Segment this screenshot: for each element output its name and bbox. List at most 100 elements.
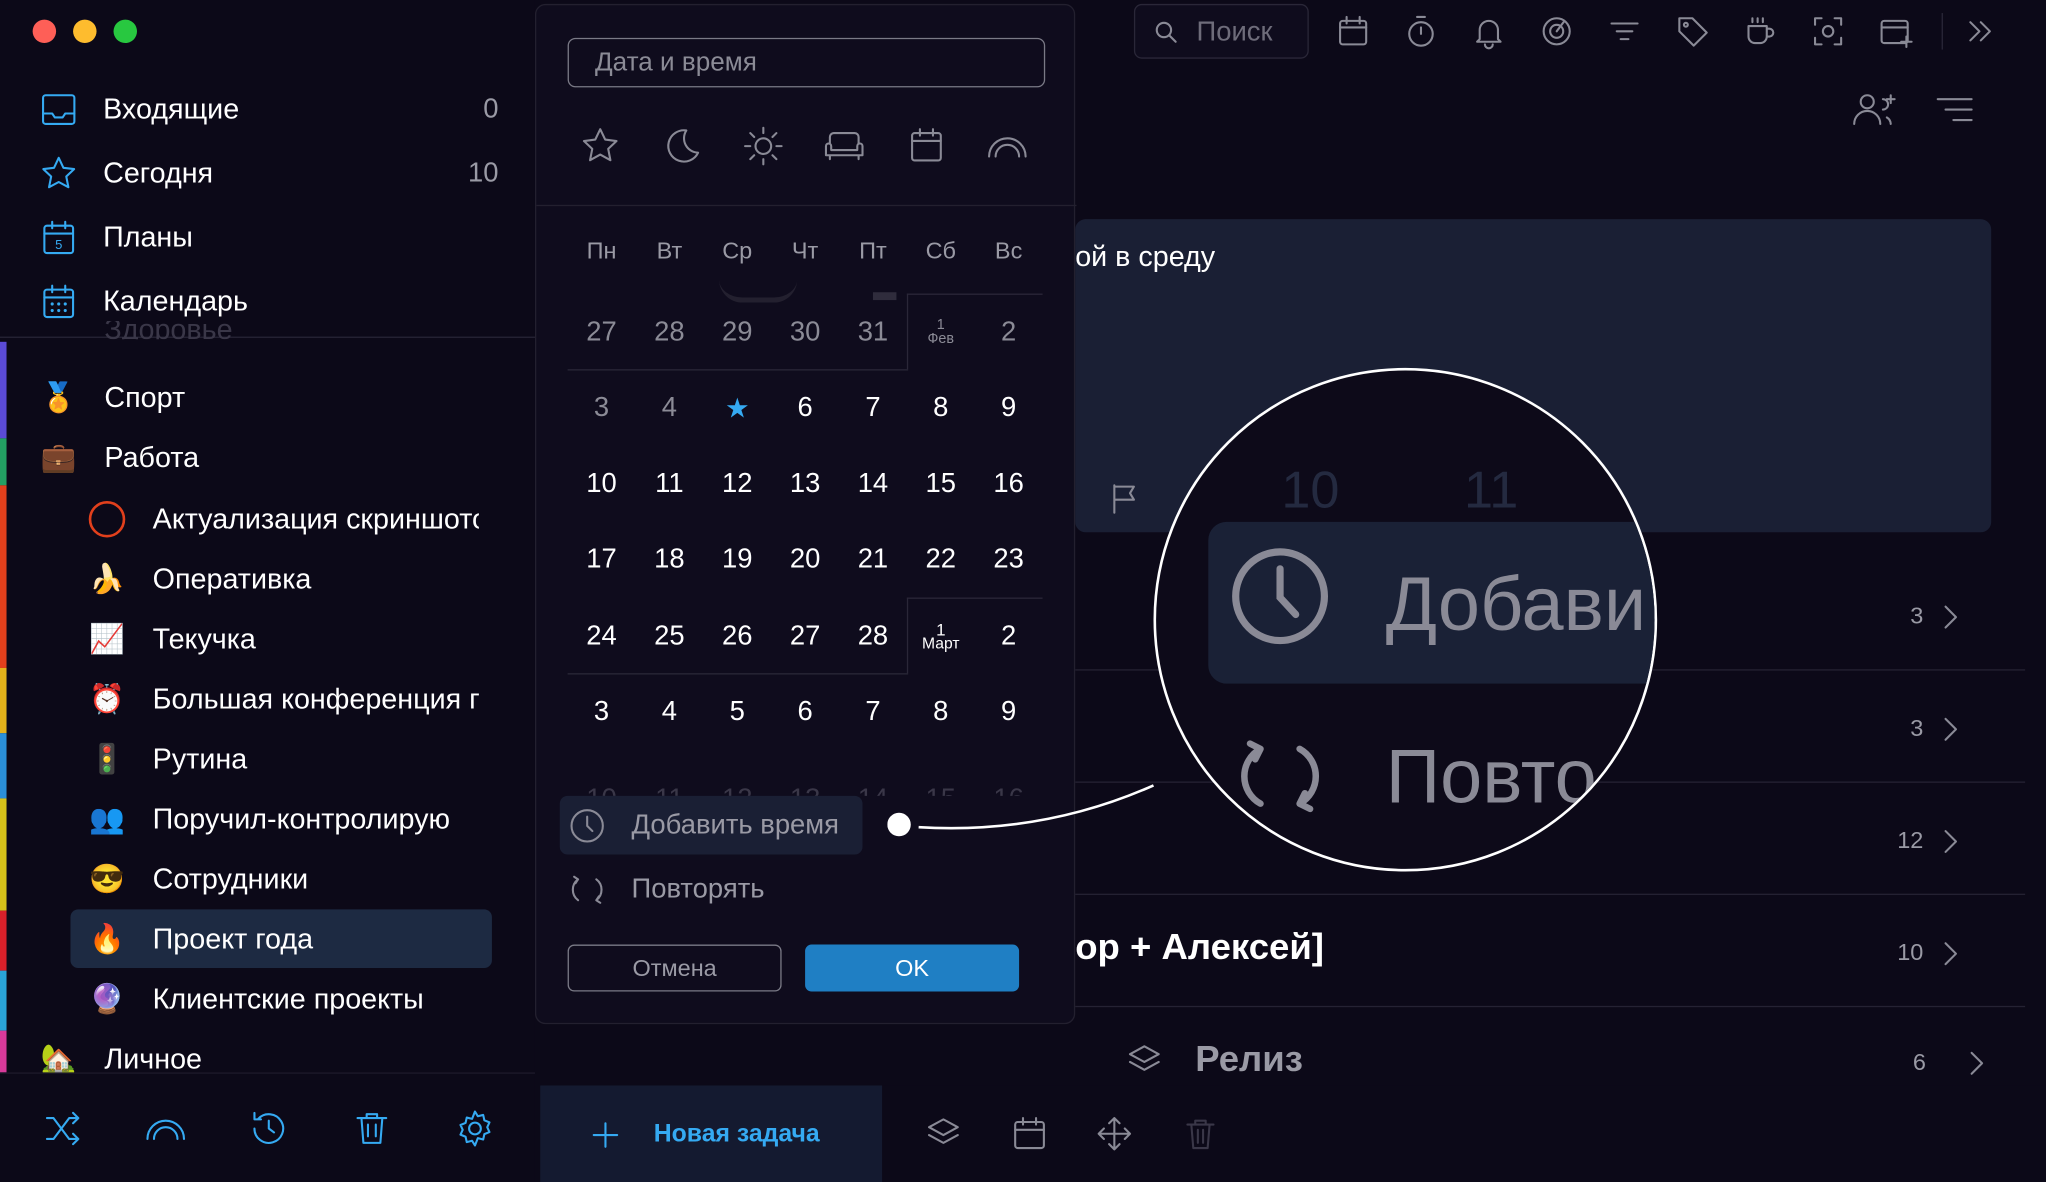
cancel-button[interactable]: Отмена xyxy=(567,944,782,992)
project-item[interactable]: 🍌 Оперативка xyxy=(87,553,478,605)
calendar-day-month-start[interactable]: 1 Фев xyxy=(907,295,975,371)
toolbar-focus-button[interactable] xyxy=(1536,10,1578,52)
project-item[interactable]: 👥 Поручил-контролирую xyxy=(87,793,478,845)
calendar-day[interactable]: 18 xyxy=(635,522,703,598)
project-item[interactable]: 📈 Текучка xyxy=(87,613,478,665)
calendar-icon[interactable] xyxy=(1010,1114,1049,1153)
people-icon: 👥 xyxy=(89,802,125,835)
calendar-day[interactable]: 19 xyxy=(703,522,771,598)
calendar-day[interactable]: 22 xyxy=(907,522,975,598)
trash-icon[interactable] xyxy=(1181,1114,1220,1153)
calendar-day-month-start[interactable]: 1 Март xyxy=(907,599,975,675)
toolbar-tag-button[interactable] xyxy=(1672,10,1714,52)
quick-date-today-button[interactable] xyxy=(574,120,626,172)
sort-filter-icon[interactable] xyxy=(1934,91,1976,128)
calendar-day[interactable]: 9 xyxy=(975,674,1043,750)
calendar-day[interactable]: 28 xyxy=(839,599,907,675)
maximize-window-button[interactable] xyxy=(113,19,138,44)
calendar-day[interactable]: 2 xyxy=(975,599,1043,675)
sidebar-item-inbox[interactable]: Входящие 0 xyxy=(34,82,504,137)
quick-date-evening-button[interactable] xyxy=(655,120,707,172)
calendar-day[interactable]: 12 xyxy=(703,446,771,522)
calendar-day[interactable]: 8 xyxy=(907,674,975,750)
calendar-day[interactable]: 3 xyxy=(568,371,636,447)
filter-icon xyxy=(1610,22,1639,41)
list-row-release[interactable]: Релиз 6 xyxy=(540,1025,2046,1085)
calendar-day[interactable]: 10 xyxy=(568,446,636,522)
calendar-day[interactable]: 7 xyxy=(839,371,907,447)
calendar-day[interactable]: 24 xyxy=(568,599,636,675)
toolbar-timer-button[interactable] xyxy=(1400,10,1442,52)
repeat-button[interactable]: Повторять xyxy=(560,860,863,919)
task-title: ой в среду xyxy=(1075,240,1216,273)
calendar-day[interactable]: 5 xyxy=(703,674,771,750)
quick-date-tomorrow-button[interactable] xyxy=(737,120,789,172)
toolbar-new-window-button[interactable] xyxy=(1875,10,1917,52)
close-window-button[interactable] xyxy=(32,19,57,44)
toolbar-cup-button[interactable] xyxy=(1739,10,1781,52)
calendar-day[interactable]: 6 xyxy=(771,674,839,750)
minimize-window-button[interactable] xyxy=(73,19,97,44)
shuffle-icon[interactable] xyxy=(42,1108,84,1150)
quick-date-pick-button[interactable] xyxy=(900,120,952,172)
add-time-button[interactable]: Добавить время xyxy=(559,795,863,855)
project-item-selected[interactable]: 🔥 Проект года xyxy=(87,913,478,965)
calendar-day[interactable]: 9 xyxy=(975,371,1043,447)
project-item[interactable]: 😎 Сотрудники xyxy=(87,853,478,905)
calendar-day[interactable]: 31 xyxy=(839,295,907,371)
toolbar-filter-button[interactable] xyxy=(1604,10,1646,52)
settings-gear-icon[interactable] xyxy=(454,1108,496,1150)
flag-icon[interactable] xyxy=(1107,480,1144,517)
sidebar-item-plans[interactable]: 5 Планы xyxy=(34,210,504,265)
briefcase-icon: 💼 xyxy=(40,440,77,474)
calendar-day-today-star-icon[interactable]: ★ xyxy=(703,371,771,447)
project-item[interactable]: 🔮 Клиентские проекты xyxy=(87,973,478,1025)
project-item[interactable]: ⏰ Большая конференция по xyxy=(87,673,479,725)
rainbow-icon[interactable] xyxy=(144,1108,188,1150)
toolbar-expand-button[interactable] xyxy=(1960,10,2002,52)
calendar-day[interactable]: 4 xyxy=(635,674,703,750)
calendar-day[interactable]: 29 xyxy=(703,295,771,371)
trash-icon[interactable] xyxy=(351,1108,393,1150)
add-people-icon[interactable] xyxy=(1850,89,1897,131)
calendar-day[interactable]: 20 xyxy=(771,522,839,598)
calendar-day[interactable]: 15 xyxy=(907,446,975,522)
calendar-day[interactable]: 3 xyxy=(568,674,636,750)
date-time-input[interactable] xyxy=(567,37,1046,88)
project-item[interactable]: Актуализация скриншотов xyxy=(87,493,479,545)
calendar-day[interactable]: 4 xyxy=(635,371,703,447)
move-icon[interactable] xyxy=(1095,1114,1134,1153)
history-icon[interactable] xyxy=(248,1108,290,1150)
ok-button[interactable]: OK xyxy=(805,944,1020,992)
calendar-day[interactable]: 21 xyxy=(839,522,907,598)
calendar-day[interactable]: 26 xyxy=(703,599,771,675)
calendar-day[interactable]: 17 xyxy=(568,522,636,598)
layers-icon[interactable] xyxy=(924,1114,963,1153)
calendar-day[interactable]: 30 xyxy=(771,295,839,371)
calendar-day[interactable]: 27 xyxy=(568,295,636,371)
toolbar-screenshot-button[interactable] xyxy=(1807,10,1849,52)
search-field[interactable]: Поиск xyxy=(1133,3,1309,59)
area-work[interactable]: 💼 Работа xyxy=(39,432,509,484)
calendar-day[interactable]: 23 xyxy=(975,522,1043,598)
calendar-day[interactable]: 2 xyxy=(975,295,1043,371)
calendar-day[interactable]: 25 xyxy=(635,599,703,675)
calendar-day[interactable]: 7 xyxy=(839,674,907,750)
calendar-day[interactable]: 14 xyxy=(839,446,907,522)
calendar-day[interactable]: 6 xyxy=(771,371,839,447)
list-row[interactable]: ор + Алексей] 10 xyxy=(1075,895,2026,1008)
calendar-day[interactable]: 28 xyxy=(635,295,703,371)
calendar-day[interactable]: 8 xyxy=(907,371,975,447)
new-task-button[interactable]: Новая задача xyxy=(540,1085,883,1182)
sidebar-item-today[interactable]: Сегодня 10 xyxy=(34,146,504,201)
calendar-day[interactable]: 16 xyxy=(975,446,1043,522)
quick-date-weekend-button[interactable] xyxy=(818,120,870,172)
calendar-day[interactable]: 13 xyxy=(771,446,839,522)
calendar-day[interactable]: 27 xyxy=(771,599,839,675)
project-item[interactable]: 🚦 Рутина xyxy=(87,733,478,785)
area-sport[interactable]: 🏅 Спорт xyxy=(39,372,509,424)
toolbar-calendar-button[interactable] xyxy=(1332,10,1374,52)
calendar-day[interactable]: 11 xyxy=(635,446,703,522)
quick-date-someday-button[interactable] xyxy=(981,120,1033,172)
toolbar-reminder-button[interactable] xyxy=(1468,10,1510,52)
